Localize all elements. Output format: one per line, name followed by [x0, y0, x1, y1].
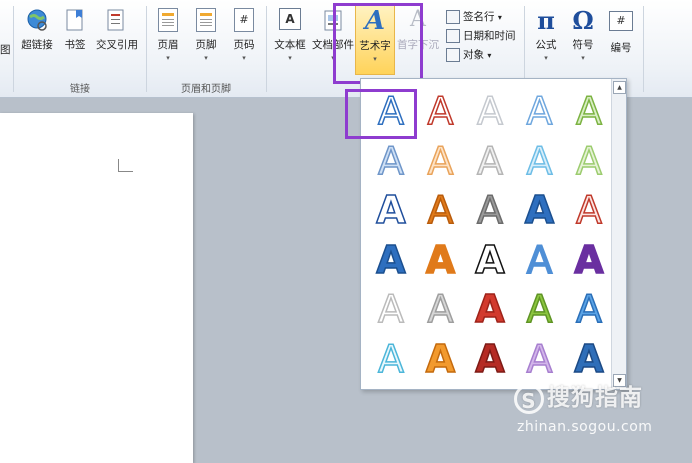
watermark-text: 搜狗指南	[547, 385, 643, 411]
wordart-style-soft-gray[interactable]: A	[466, 137, 514, 185]
chevron-down-icon: ▾	[242, 54, 246, 62]
document-page[interactable]	[0, 113, 193, 463]
wordart-style-blue-bold[interactable]: A	[367, 236, 415, 284]
footer-icon	[194, 8, 218, 32]
equation-label: 公式	[535, 39, 557, 51]
footer-label: 页脚	[195, 39, 217, 51]
margin-corner-mark	[118, 159, 133, 172]
page-number-icon: #	[232, 8, 256, 32]
wordart-style-soft-orange[interactable]: A	[417, 137, 465, 185]
equation-icon: π	[537, 6, 555, 35]
hyperlink-label: 超链接	[21, 39, 53, 51]
wordart-style-soft-green[interactable]: A	[565, 137, 613, 185]
object-label: 对象	[463, 49, 484, 61]
header-button[interactable]: 页眉 ▾	[152, 8, 184, 62]
signature-line-button[interactable]: 签名行 ▾	[446, 9, 502, 24]
chevron-down-icon: ▾	[581, 54, 585, 62]
numbering-icon: #	[609, 11, 633, 35]
gallery-scrollbar[interactable]: ▲ ▼	[611, 79, 626, 389]
page-number-button[interactable]: # 页码 ▾	[228, 8, 260, 62]
header-footer-group-label: 页眉和页脚	[181, 84, 231, 95]
date-time-icon	[446, 29, 460, 43]
wordart-style-red-white-fill[interactable]: A	[565, 186, 613, 234]
chevron-down-icon: ▾	[544, 54, 548, 62]
wordart-style-green-bevel[interactable]: A	[516, 285, 564, 333]
wordart-style-outline-light-blue[interactable]: A	[516, 87, 564, 135]
symbol-label: 符号	[572, 39, 594, 51]
object-icon	[446, 48, 460, 62]
group-separator	[266, 6, 267, 92]
signature-line-label: 签名行	[463, 11, 495, 23]
watermark-url: zhinan.sogou.com	[517, 419, 653, 435]
chevron-down-icon: ▾	[288, 54, 292, 62]
wordart-style-blue-reflection-dark[interactable]: A	[565, 335, 613, 383]
wordart-style-outline-red[interactable]: A	[417, 87, 465, 135]
chevron-down-icon: ▾	[487, 51, 492, 60]
wordart-style-blue-reflection[interactable]: A	[565, 285, 613, 333]
wordart-style-purple-reflection[interactable]: A	[565, 236, 613, 284]
numbering-label: 编号	[610, 42, 632, 54]
sogou-logo: S	[514, 383, 544, 414]
wordart-style-soft-cyan[interactable]: A	[516, 137, 564, 185]
bookmark-label: 书签	[64, 39, 86, 51]
bookmark-icon	[63, 8, 87, 32]
cross-reference-icon	[105, 8, 129, 32]
wordart-style-blue-white-fill[interactable]: A	[367, 186, 415, 234]
textbox-label: 文本框	[274, 39, 306, 51]
numbering-glyph: #	[609, 11, 633, 31]
cross-reference-label: 交叉引用	[96, 39, 138, 51]
chevron-down-icon: ▾	[166, 54, 170, 62]
group-separator	[13, 6, 14, 92]
wordart-style-highlight	[345, 89, 417, 139]
wordart-style-blue-gradient[interactable]: A	[516, 186, 564, 234]
wordart-style-gray-gradient[interactable]: A	[466, 186, 514, 234]
numbering-button[interactable]: # 编号	[604, 8, 638, 55]
hyperlink-button[interactable]: 超链接	[18, 8, 56, 52]
wordart-style-outline-light-gray[interactable]: A	[466, 87, 514, 135]
wordart-style-light-gray-outline[interactable]: A	[367, 285, 415, 333]
wordart-style-orange-bevel[interactable]: A	[417, 335, 465, 383]
group-separator	[643, 6, 644, 92]
wordart-style-blue-light[interactable]: A	[516, 236, 564, 284]
chevron-down-icon: ▾	[204, 54, 208, 62]
bookmark-button[interactable]: 书签	[60, 8, 90, 52]
header-icon	[156, 8, 180, 32]
textbox-icon: A	[278, 8, 302, 32]
wordart-style-orange-solid[interactable]: A	[417, 236, 465, 284]
wordart-style-black-white-outline[interactable]: A	[466, 236, 514, 284]
equation-button[interactable]: π 公式 ▾	[530, 6, 562, 63]
date-time-label: 日期和时间	[463, 30, 516, 42]
textbox-glyph: A	[279, 8, 301, 30]
wordart-style-silver[interactable]: A	[417, 285, 465, 333]
footer-button[interactable]: 页脚 ▾	[190, 8, 222, 62]
sogou-watermark: S 搜狗指南	[514, 378, 643, 414]
chevron-down-icon: ▾	[497, 13, 502, 22]
cross-reference-button[interactable]: 交叉引用	[94, 8, 140, 52]
header-label: 页眉	[157, 39, 179, 51]
partial-button-label[interactable]: 图	[0, 42, 11, 57]
wordart-style-orange-gradient[interactable]: A	[417, 186, 465, 234]
symbol-icon: Ω	[572, 6, 594, 35]
signature-line-icon	[446, 10, 460, 24]
wordart-style-cyan-outline[interactable]: A	[367, 335, 415, 383]
page-number-label: 页码	[233, 39, 255, 51]
wordart-style-red-bevel[interactable]: A	[466, 285, 514, 333]
wordart-button-highlight	[333, 3, 423, 84]
textbox-button[interactable]: A 文本框 ▾	[271, 8, 309, 62]
wordart-style-soft-blue[interactable]: A	[367, 137, 415, 185]
links-group-label: 链接	[70, 84, 90, 95]
globe-link-icon	[25, 8, 49, 32]
symbol-button[interactable]: Ω 符号 ▾	[567, 6, 599, 63]
group-separator	[146, 6, 147, 92]
scroll-up-button[interactable]: ▲	[613, 81, 626, 94]
wordart-style-lilac-soft[interactable]: A	[516, 335, 564, 383]
wordart-style-green-glow[interactable]: A	[565, 87, 613, 135]
page-number-glyph: #	[234, 8, 254, 32]
date-time-button[interactable]: 日期和时间	[446, 28, 516, 43]
object-button[interactable]: 对象 ▾	[446, 47, 491, 62]
wordart-style-dark-red-bevel[interactable]: A	[466, 335, 514, 383]
